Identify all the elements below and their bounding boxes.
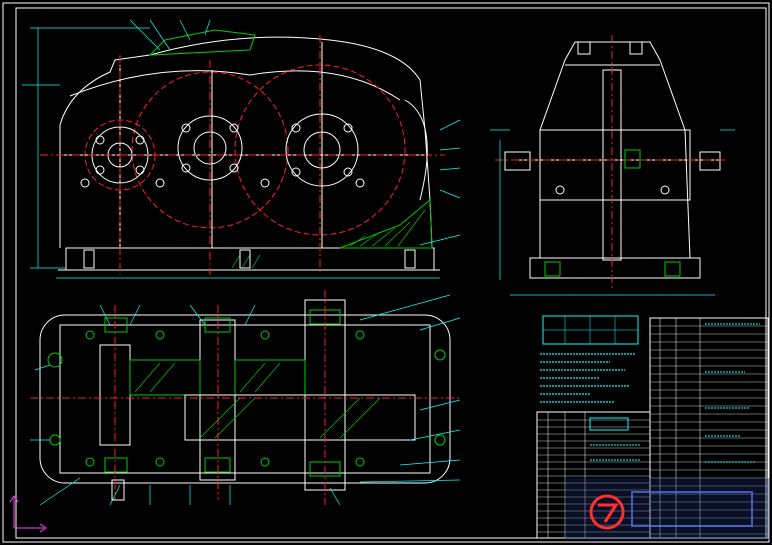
top-section-view xyxy=(30,290,461,506)
ucs-axis-icon xyxy=(9,495,47,533)
section-housing-outline xyxy=(39,314,451,484)
oil-sump-hatch xyxy=(339,198,433,249)
drawing-frame xyxy=(15,7,767,539)
cad-drawing-sheet xyxy=(0,0,772,545)
technical-notes xyxy=(540,315,639,403)
cad-canvas xyxy=(2,2,770,543)
front-housing-outline xyxy=(59,36,433,249)
side-housing-outline xyxy=(539,41,691,259)
sheet-border xyxy=(2,2,770,543)
side-view xyxy=(490,35,735,296)
watermark-logo xyxy=(565,478,770,540)
front-view xyxy=(22,19,461,279)
